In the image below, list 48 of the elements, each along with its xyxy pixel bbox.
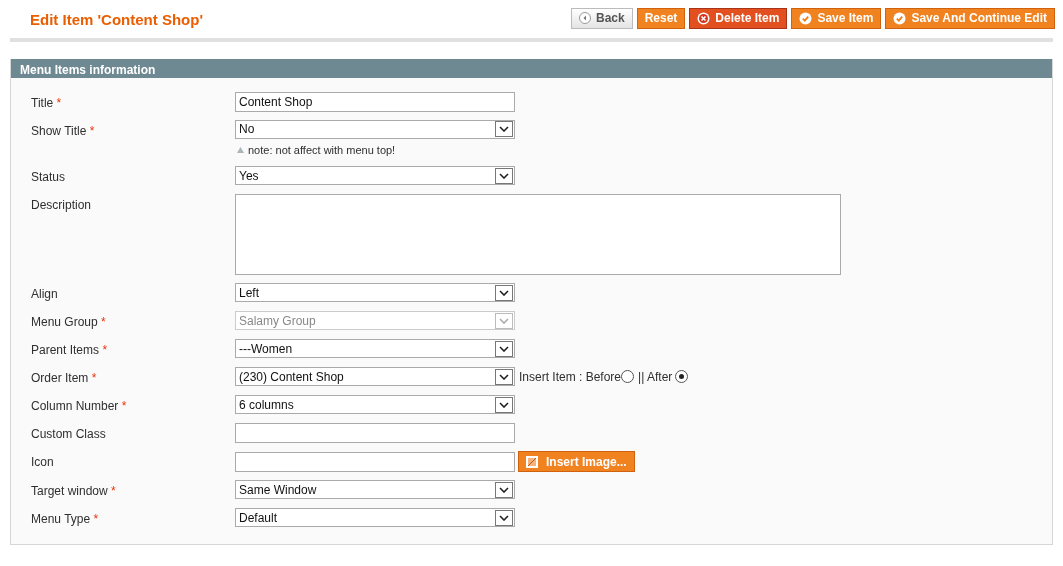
action-button[interactable]: Delete Item xyxy=(689,7,788,29)
dropdown-caret-icon xyxy=(495,312,513,329)
dropdown-caret-icon xyxy=(495,284,513,301)
check-icon xyxy=(799,11,813,25)
select-field[interactable]: No xyxy=(235,119,515,139)
field-label: Status xyxy=(31,169,67,186)
field-label: Menu Type * xyxy=(31,511,100,528)
field-label: Target window * xyxy=(31,483,117,500)
radio-button[interactable] xyxy=(621,370,635,383)
text-field[interactable]: Content Shop xyxy=(235,91,515,112)
field-label: Column Number * xyxy=(31,398,128,415)
select-field[interactable]: Left xyxy=(235,283,515,302)
field-note: note: not affect with menu top! xyxy=(248,142,396,158)
radio-button[interactable] xyxy=(675,370,689,383)
text-field[interactable] xyxy=(235,423,515,443)
section-header: Menu Items information xyxy=(11,58,1052,78)
field-label: Description xyxy=(31,197,93,214)
dropdown-caret-icon xyxy=(495,167,513,184)
text-field[interactable] xyxy=(235,451,515,472)
check-icon xyxy=(893,11,907,25)
field-label: Menu Group * xyxy=(31,314,107,331)
select-field[interactable]: Same Window xyxy=(235,480,515,499)
field-label: Custom Class xyxy=(31,426,107,443)
insert-item-label: Insert Item : Before xyxy=(519,368,622,386)
dropdown-caret-icon xyxy=(495,368,513,385)
page-title: Edit Item 'Content Shop' xyxy=(30,10,203,30)
field-label: Icon xyxy=(31,454,55,471)
image-icon xyxy=(526,455,538,468)
select-field[interactable]: (230) Content Shop xyxy=(235,367,515,386)
field-label: Title * xyxy=(31,94,63,112)
dropdown-caret-icon xyxy=(495,396,513,413)
field-label: Align xyxy=(31,286,59,303)
field-label: Order Item * xyxy=(31,370,98,387)
field-label: Parent Items * xyxy=(31,342,109,359)
after-label: || After xyxy=(638,368,673,386)
field-label: Show Title * xyxy=(31,122,96,140)
select-field[interactable]: ---Women xyxy=(235,339,515,358)
note-triangle-icon xyxy=(237,146,244,153)
select-field[interactable]: 6 columns xyxy=(235,395,515,414)
select-field[interactable]: Default xyxy=(235,508,515,527)
dropdown-caret-icon xyxy=(495,121,513,137)
dropdown-caret-icon xyxy=(495,481,513,498)
close-icon xyxy=(697,11,711,25)
dropdown-caret-icon xyxy=(495,340,513,357)
description-textarea[interactable] xyxy=(235,194,841,275)
select-field[interactable]: Yes xyxy=(235,166,515,185)
action-button[interactable]: Back xyxy=(571,7,633,29)
dropdown-caret-icon xyxy=(495,509,513,526)
